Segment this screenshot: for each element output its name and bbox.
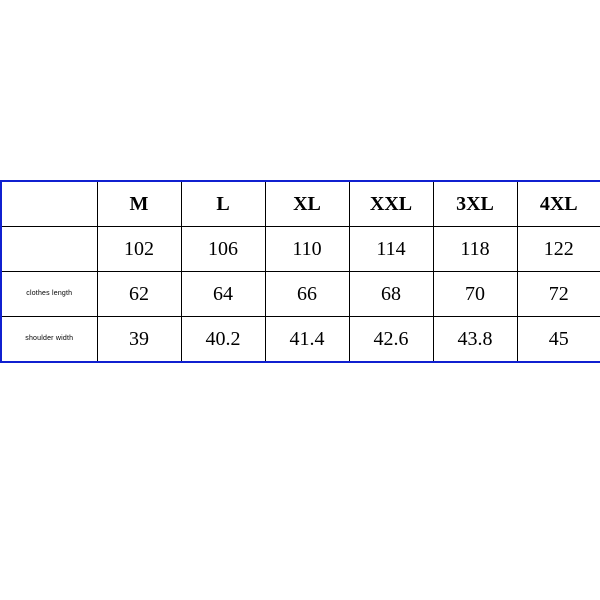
size-table: M L XL XXL 3XL 4XL 102 106 110 114 118 1…: [0, 180, 600, 363]
col-header: 3XL: [433, 181, 517, 227]
cell: 118: [433, 227, 517, 272]
col-header: XXL: [349, 181, 433, 227]
cell: 39: [97, 317, 181, 363]
cell: 40.2: [181, 317, 265, 363]
cell: 64: [181, 272, 265, 317]
header-row: M L XL XXL 3XL 4XL: [1, 181, 600, 227]
col-header: L: [181, 181, 265, 227]
row-label: clothes length: [1, 272, 97, 317]
col-header: M: [97, 181, 181, 227]
cell: 62: [97, 272, 181, 317]
cell: 70: [433, 272, 517, 317]
cell: 42.6: [349, 317, 433, 363]
table-row: shoulder width 39 40.2 41.4 42.6 43.8 45: [1, 317, 600, 363]
cell: 110: [265, 227, 349, 272]
cell: 114: [349, 227, 433, 272]
col-header: XL: [265, 181, 349, 227]
size-chart: M L XL XXL 3XL 4XL 102 106 110 114 118 1…: [0, 180, 600, 363]
row-label: [1, 227, 97, 272]
cell: 106: [181, 227, 265, 272]
table-row: clothes length 62 64 66 68 70 72: [1, 272, 600, 317]
row-label: shoulder width: [1, 317, 97, 363]
col-header: 4XL: [517, 181, 600, 227]
cell: 43.8: [433, 317, 517, 363]
cell: 72: [517, 272, 600, 317]
header-blank: [1, 181, 97, 227]
cell: 122: [517, 227, 600, 272]
cell: 102: [97, 227, 181, 272]
table-row: 102 106 110 114 118 122: [1, 227, 600, 272]
cell: 66: [265, 272, 349, 317]
cell: 41.4: [265, 317, 349, 363]
cell: 68: [349, 272, 433, 317]
cell: 45: [517, 317, 600, 363]
